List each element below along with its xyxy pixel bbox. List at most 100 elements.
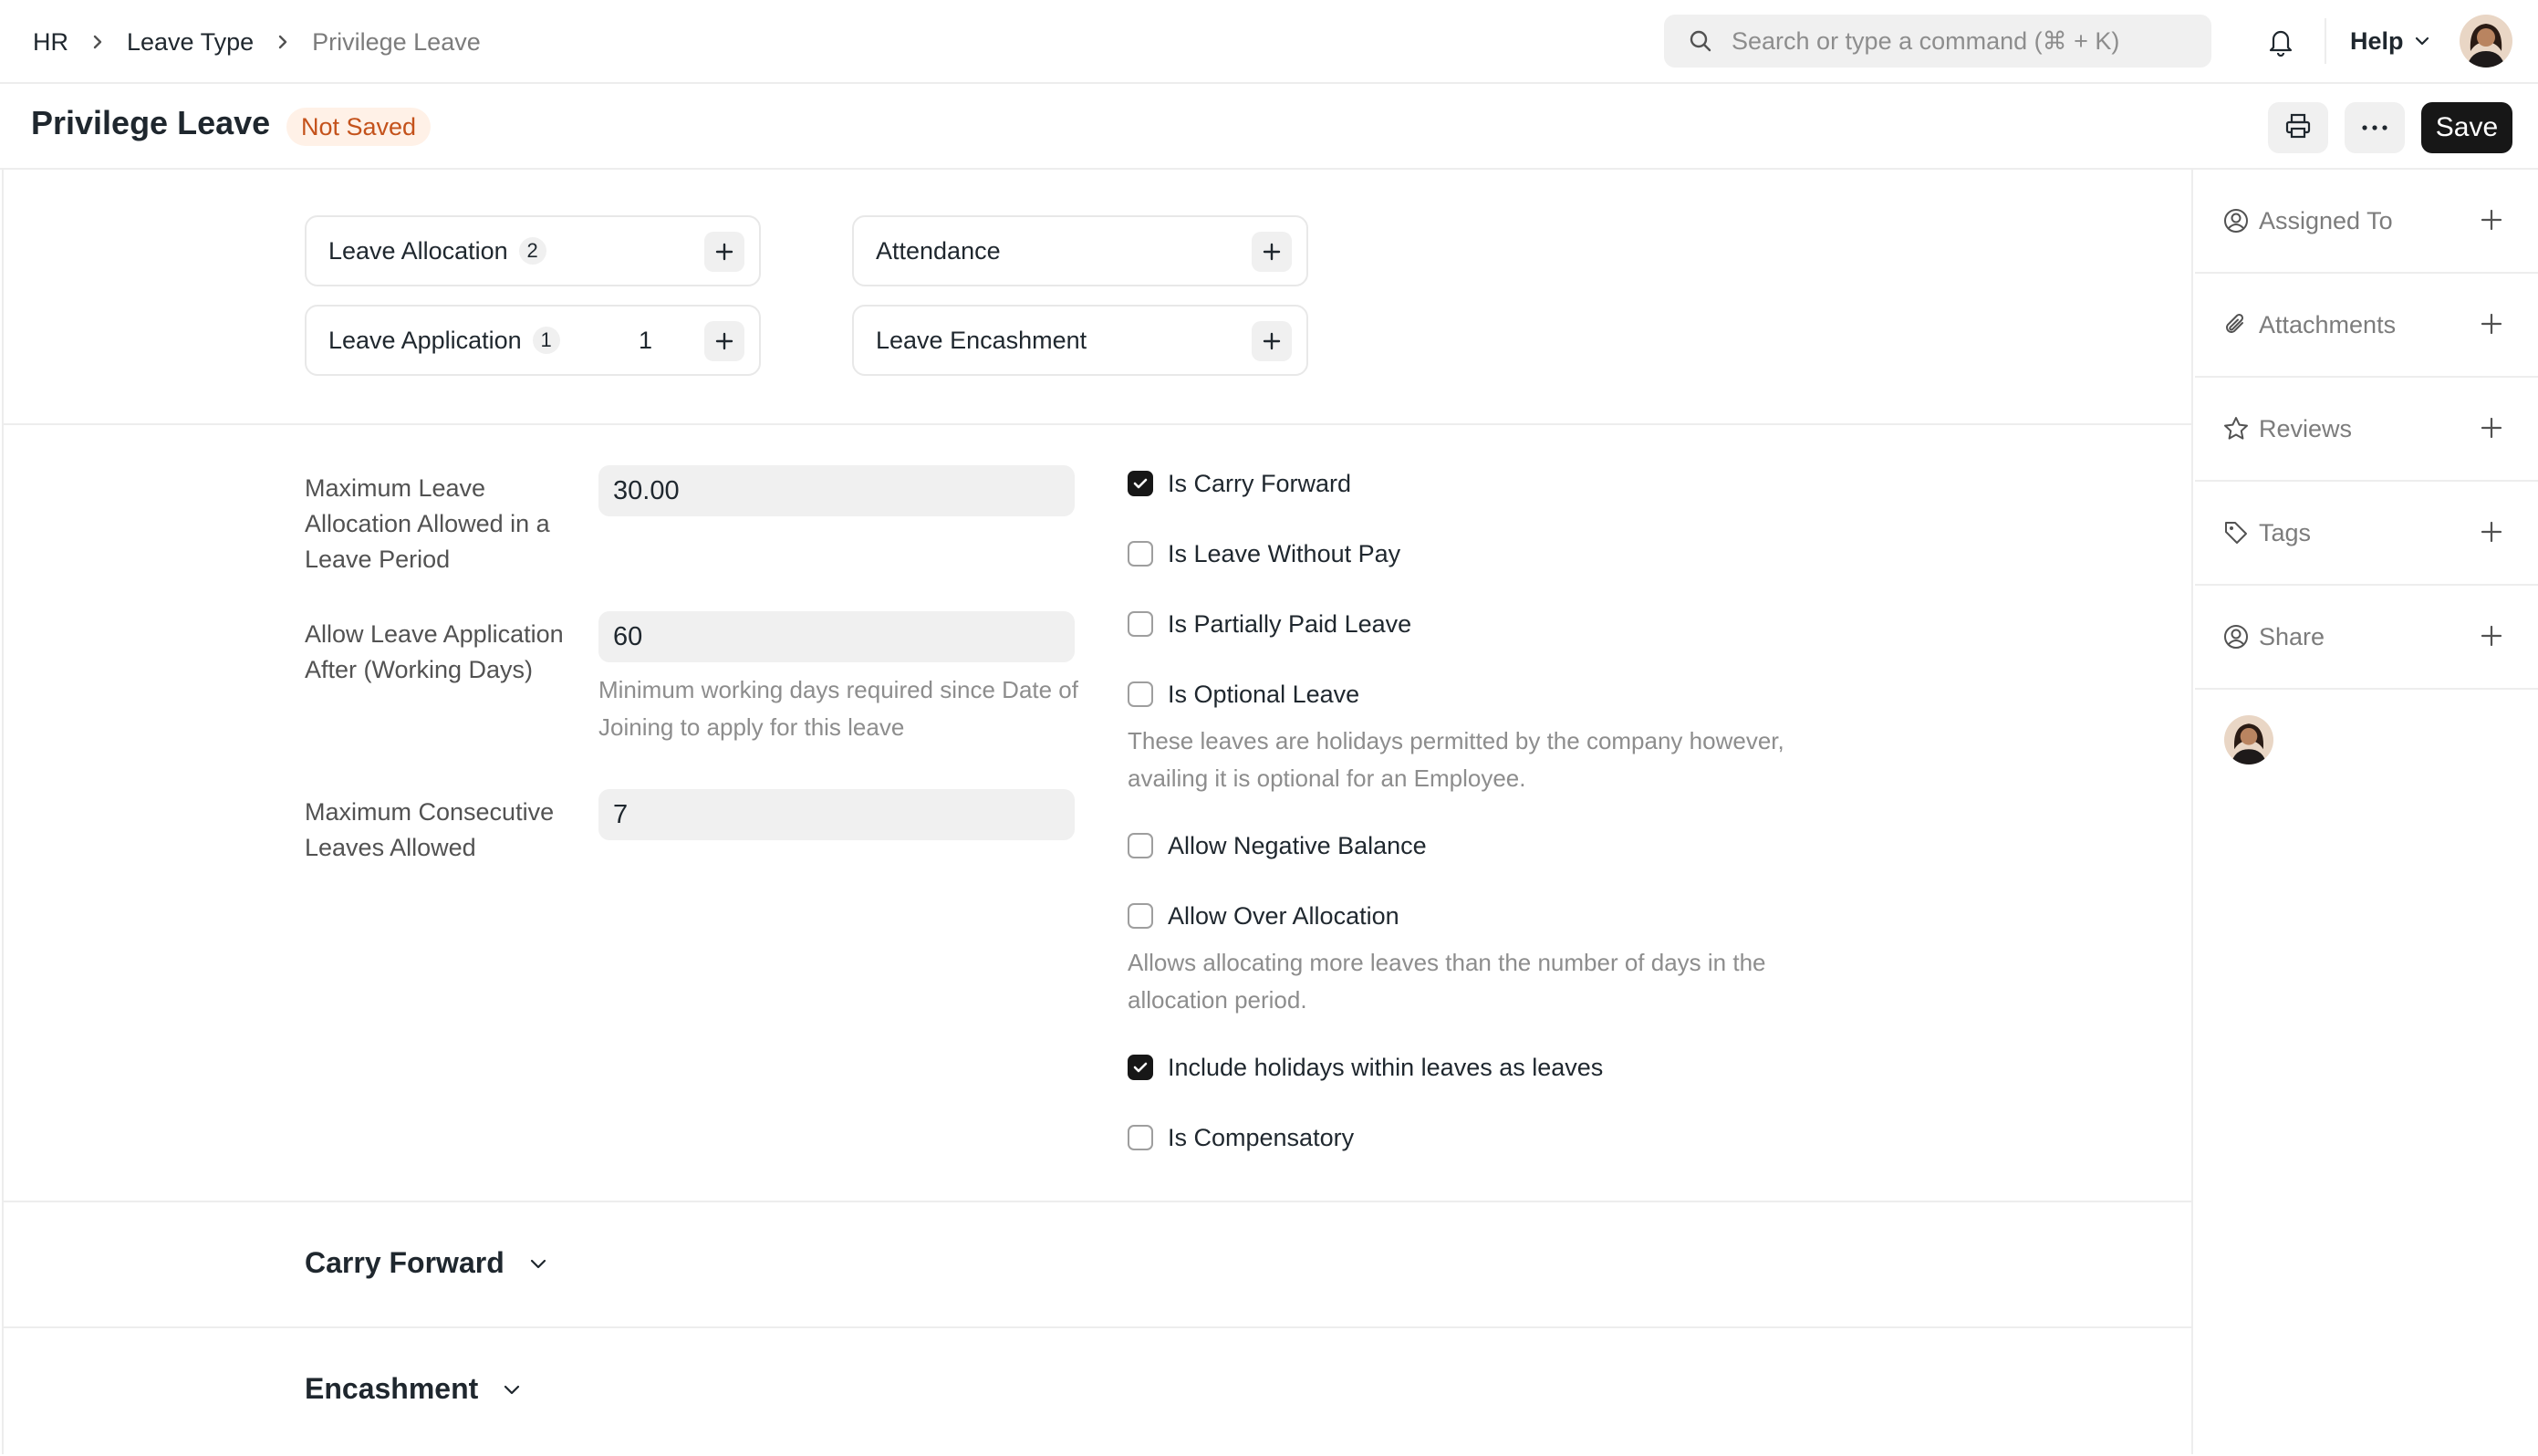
add-leave-encashment-button[interactable] — [1252, 321, 1292, 361]
form-sidebar: Assigned To Attachments Reviews Tags Sha… — [2195, 170, 2538, 1456]
connection-open-count: 1 — [639, 326, 653, 354]
avatar[interactable] — [2224, 715, 2273, 764]
plus-icon[interactable] — [2478, 206, 2505, 234]
sidebar-item-label: Assigned To — [2259, 206, 2393, 234]
breadcrumb-hr[interactable]: HR — [33, 28, 68, 57]
optional-leave-help: These leaves are holidays permitted by t… — [1128, 727, 1784, 792]
max-allocation-input[interactable] — [598, 465, 1075, 516]
checkbox-is-carry-forward[interactable]: Is Carry Forward — [1128, 465, 1351, 502]
checkbox-allow-negative-balance[interactable]: Allow Negative Balance — [1128, 827, 1427, 864]
navbar-divider — [2325, 18, 2326, 64]
encashment-section[interactable]: Encashment — [4, 1328, 2191, 1454]
plus-icon — [1263, 243, 1281, 261]
checkbox-unchecked[interactable] — [1128, 611, 1153, 637]
breadcrumb-privilege-leave[interactable]: Privilege Leave — [312, 28, 481, 57]
assign-icon — [2222, 207, 2250, 234]
help-dropdown[interactable]: Help — [2350, 24, 2431, 58]
checkbox-label: Is Optional Leave — [1168, 680, 1360, 708]
max-consecutive-input[interactable] — [598, 789, 1075, 840]
carry-forward-section[interactable]: Carry Forward — [4, 1202, 2191, 1328]
breadcrumb-leave-type[interactable]: Leave Type — [127, 28, 254, 57]
add-leave-allocation-button[interactable] — [704, 232, 744, 272]
tag-icon — [2222, 519, 2250, 546]
section-title: Encashment — [305, 1372, 479, 1405]
more-actions-button[interactable] — [2345, 102, 2405, 153]
page-head: Privilege Leave Not Saved Save — [0, 84, 2538, 170]
checkbox-label: Include holidays within leaves as leaves — [1168, 1053, 1604, 1081]
checkbox-is-partially-paid-leave[interactable]: Is Partially Paid Leave — [1128, 606, 1411, 642]
leave-settings-section: Maximum Leave Allocation Allowed in a Le… — [4, 425, 2191, 1202]
printer-icon — [2283, 111, 2313, 145]
save-button[interactable]: Save — [2421, 102, 2512, 153]
status-badge: Not Saved — [286, 108, 432, 146]
connection-label: Leave Encashment — [876, 326, 1087, 354]
checkbox-checked[interactable] — [1128, 1055, 1153, 1080]
checkbox-unchecked[interactable] — [1128, 1125, 1153, 1150]
plus-icon[interactable] — [2478, 518, 2505, 546]
sidebar-item-label: Attachments — [2259, 310, 2397, 338]
breadcrumb: HR Leave Type Privilege Leave — [33, 26, 481, 58]
checkbox-is-compensatory[interactable]: Is Compensatory — [1128, 1119, 1354, 1156]
more-horizontal-icon — [2361, 120, 2388, 136]
sidebar-item-label: Tags — [2259, 518, 2312, 546]
checkbox-label: Is Compensatory — [1168, 1123, 1355, 1151]
checkbox-is-optional-leave[interactable]: Is Optional Leave — [1128, 676, 1359, 712]
checkbox-include-holidays[interactable]: Include holidays within leaves as leaves — [1128, 1049, 1603, 1086]
section-title: Carry Forward — [305, 1246, 504, 1279]
chevron-down-icon — [2413, 32, 2431, 50]
search-bar[interactable] — [1664, 15, 2211, 68]
plus-icon[interactable] — [2478, 622, 2505, 650]
checkbox-label: Allow Negative Balance — [1168, 831, 1427, 859]
connection-attendance[interactable]: Attendance — [852, 215, 1308, 286]
chevron-right-icon — [88, 33, 107, 51]
carry-forward-header[interactable]: Carry Forward — [305, 1246, 550, 1280]
sidebar-item-label: Share — [2259, 622, 2325, 650]
print-button[interactable] — [2268, 102, 2328, 153]
connection-label: Leave Allocation — [328, 236, 508, 265]
checkbox-label: Is Leave Without Pay — [1168, 539, 1401, 567]
page-title: Privilege Leave — [31, 104, 271, 141]
plus-icon[interactable] — [2478, 310, 2505, 338]
connection-leave-encashment[interactable]: Leave Encashment — [852, 305, 1308, 376]
applicable-after-label: Allow Leave Application After (Working D… — [305, 620, 564, 683]
encashment-header[interactable]: Encashment — [305, 1372, 524, 1406]
help-label: Help — [2350, 26, 2404, 55]
navbar: HR Leave Type Privilege Leave Help — [0, 0, 2538, 84]
avatar[interactable] — [2460, 15, 2512, 68]
checkbox-unchecked[interactable] — [1128, 681, 1153, 707]
plus-icon[interactable] — [2478, 414, 2505, 442]
over-allocation-help: Allows allocating more leaves than the n… — [1128, 949, 1766, 1014]
checkbox-unchecked[interactable] — [1128, 541, 1153, 567]
star-icon — [2222, 415, 2250, 442]
checkbox-unchecked[interactable] — [1128, 903, 1153, 929]
sidebar-item-share[interactable]: Share — [2195, 586, 2538, 690]
connection-label: Attendance — [876, 236, 1001, 265]
check-icon — [1133, 1062, 1148, 1073]
add-attendance-button[interactable] — [1252, 232, 1292, 272]
bell-icon[interactable] — [2264, 24, 2297, 58]
chevron-down-icon — [526, 1252, 550, 1275]
plus-icon — [1263, 332, 1281, 350]
sidebar-item-reviews[interactable]: Reviews — [2195, 378, 2538, 482]
add-leave-application-button[interactable] — [704, 321, 744, 361]
checkbox-allow-over-allocation[interactable]: Allow Over Allocation — [1128, 898, 1399, 934]
applicable-after-help: Minimum working days required since Date… — [598, 676, 1078, 741]
connection-leave-allocation[interactable]: Leave Allocation 2 — [305, 215, 761, 286]
connection-label: Leave Application — [328, 326, 522, 354]
sidebar-item-tags[interactable]: Tags — [2195, 482, 2538, 586]
search-input[interactable] — [1732, 26, 2206, 56]
checkbox-is-leave-without-pay[interactable]: Is Leave Without Pay — [1128, 536, 1400, 572]
checkbox-checked[interactable] — [1128, 471, 1153, 496]
search-icon — [1688, 28, 1713, 54]
max-allocation-label: Maximum Leave Allocation Allowed in a Le… — [305, 474, 550, 573]
connection-leave-application[interactable]: Leave Application 1 1 — [305, 305, 761, 376]
max-consecutive-label: Maximum Consecutive Leaves Allowed — [305, 798, 555, 861]
sidebar-item-label: Reviews — [2259, 414, 2353, 442]
sidebar-item-attachments[interactable]: Attachments — [2195, 274, 2538, 378]
applicable-after-input[interactable] — [598, 611, 1075, 662]
checkbox-unchecked[interactable] — [1128, 833, 1153, 858]
sidebar-item-assigned-to[interactable]: Assigned To — [2195, 170, 2538, 274]
paperclip-icon — [2222, 311, 2250, 338]
checkbox-label: Allow Over Allocation — [1168, 901, 1399, 930]
form-main: Leave Allocation 2 Attendance Leave Appl… — [2, 170, 2193, 1454]
